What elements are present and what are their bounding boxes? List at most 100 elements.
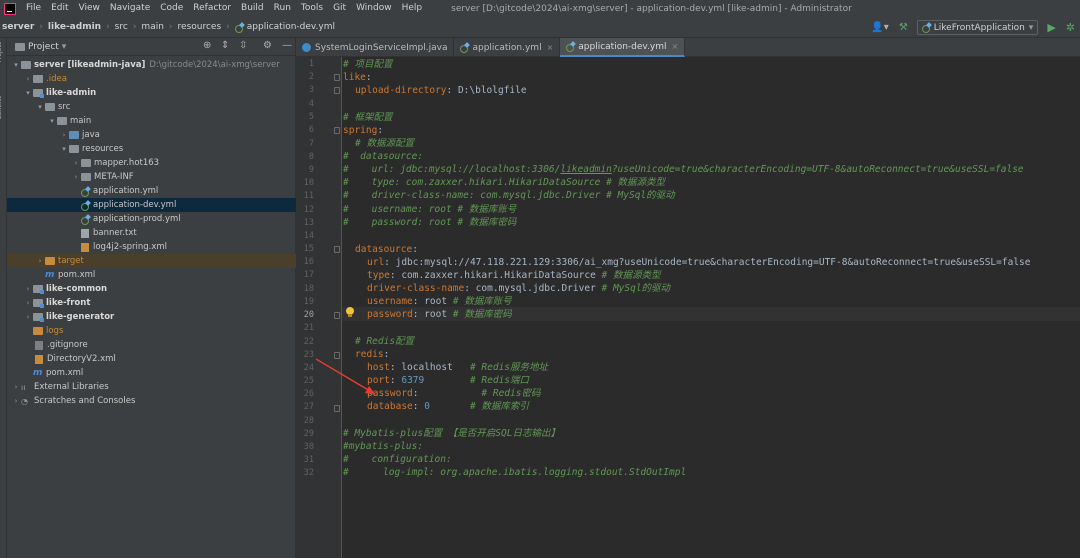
line-number: 2 [308,72,314,82]
expand-arrow-icon[interactable]: › [23,299,33,307]
menu-code[interactable]: Code [155,0,188,17]
hide-panel-icon[interactable]: — [282,40,292,51]
tree-item-log4j2-xml[interactable]: log4j2-spring.xml [7,240,296,254]
menu-run[interactable]: Run [269,0,296,17]
menu-tools[interactable]: Tools [296,0,328,17]
tree-item-directoryv2-xml[interactable]: DirectoryV2.xml [7,352,296,366]
collapse-all-icon[interactable]: ⇳ [239,40,247,51]
tree-item-target[interactable]: › target [7,254,296,268]
expand-arrow-icon[interactable]: › [11,397,21,405]
expand-arrow-icon[interactable]: ▾ [23,89,33,97]
fold-marker-icon[interactable] [334,87,340,94]
run-configuration-select[interactable]: LikeFrontApplication ▾ [916,20,1039,35]
menu-refactor[interactable]: Refactor [188,0,236,17]
fold-marker-icon[interactable] [334,352,340,359]
menu-window[interactable]: Window [351,0,397,17]
tab-application-yml[interactable]: application.yml × [454,38,561,57]
tree-item-application-dev-yml[interactable]: application-dev.yml [7,198,296,212]
project-view-select[interactable]: Project ▾ [15,42,66,52]
tree-item-label: .gitignore [47,340,88,350]
menu-git[interactable]: Git [328,0,351,17]
yaml-value: : com.mysql.jdbc.Driver [464,283,602,294]
tree-item-src[interactable]: ▾ src [7,100,296,114]
tree-item-resources[interactable]: ▾ resources [7,142,296,156]
code-line: # datasource: [343,150,423,163]
expand-arrow-icon[interactable]: › [23,313,33,321]
tree-item-main[interactable]: ▾ main [7,114,296,128]
tree-item-scratches[interactable]: › ◔ Scratches and Consoles [7,394,296,408]
expand-arrow-icon[interactable]: › [71,159,81,167]
tree-item-gitignore[interactable]: .gitignore [7,338,296,352]
yaml-key: host [367,362,390,373]
tree-item-java[interactable]: › java [7,128,296,142]
comment: # datasource: [343,151,424,162]
tree-item-root-pom-xml[interactable]: m pom.xml [7,366,296,380]
expand-arrow-icon[interactable]: › [23,75,33,83]
debug-icon[interactable]: ✲ [1066,21,1075,34]
close-icon[interactable]: × [547,43,554,52]
tree-item-like-common[interactable]: › like-common [7,282,296,296]
tree-item-like-front[interactable]: › like-front [7,296,296,310]
breadcrumb-main[interactable]: main [139,22,166,32]
gear-icon[interactable]: ⚙ [263,40,272,51]
breadcrumb-like-admin[interactable]: like-admin [46,22,103,32]
tree-item-label: main [70,116,92,126]
expand-arrow-icon[interactable]: › [23,285,33,293]
code-line: # log-impl: org.apache.ibatis.logging.st… [343,466,686,479]
folder-icon [15,42,25,51]
menu-navigate[interactable]: Navigate [105,0,155,17]
breadcrumb-file[interactable]: application-dev.yml [233,22,337,33]
tree-item-external-libraries[interactable]: › ıı External Libraries [7,380,296,394]
fold-marker-icon[interactable] [334,246,340,253]
expand-all-icon[interactable]: ⇕ [221,40,229,51]
expand-arrow-icon[interactable]: ▾ [35,103,45,111]
tree-item-idea[interactable]: › .idea [7,72,296,86]
tree-item-pom-xml[interactable]: m pom.xml [7,268,296,282]
menu-edit[interactable]: Edit [46,0,73,17]
expand-arrow-icon[interactable]: › [71,173,81,181]
code-editor[interactable]: 1 2 3 4 5 6 7 8 9 10 11 12 13 14 15 16 1… [296,57,1080,558]
user-icon[interactable]: 👤▾ [871,22,888,33]
tree-item-like-generator[interactable]: › like-generator [7,310,296,324]
tree-item-mapper[interactable]: › mapper.hot163 [7,156,296,170]
run-icon[interactable]: ▶ [1047,21,1055,34]
menu-help[interactable]: Help [397,0,428,17]
tree-item-logs[interactable]: logs [7,324,296,338]
tree-item-like-admin[interactable]: ▾ like-admin [7,86,296,100]
fold-marker-icon[interactable] [334,312,340,319]
expand-arrow-icon[interactable]: › [11,383,21,391]
code-line: #mybatis-plus: [343,440,423,453]
tab-systemloginserviceimpl[interactable]: SystemLoginServiceImpl.java [296,38,455,57]
close-icon[interactable]: × [672,42,679,51]
fold-marker-icon[interactable] [334,74,340,81]
breadcrumb-src[interactable]: src [113,22,130,32]
tree-item-meta-inf[interactable]: › META-INF [7,170,296,184]
tree-item-server[interactable]: ▾ server [likeadmin-java] D:\gitcode\2024\… [7,58,296,72]
menu-view[interactable]: View [74,0,105,17]
tree-item-banner-txt[interactable]: banner.txt [7,226,296,240]
expand-arrow-icon[interactable]: ▾ [59,145,69,153]
tree-item-application-prod-yml[interactable]: application-prod.yml [7,212,296,226]
yaml-key: url [367,257,385,268]
build-hammer-icon[interactable]: ⚒ [899,22,908,33]
menu-file[interactable]: File [21,0,46,17]
expand-arrow-icon[interactable]: › [59,131,69,139]
expand-arrow-icon[interactable]: ▾ [11,61,21,69]
expand-arrow-icon[interactable]: ▾ [47,117,57,125]
tree-item-application-yml[interactable]: application.yml [7,184,296,198]
lightbulb-icon[interactable] [346,307,354,317]
expand-arrow-icon[interactable]: › [35,257,45,265]
tree-item-label: like-admin [46,88,97,98]
yaml-key: datasource [355,244,413,255]
fold-marker-icon[interactable] [334,127,340,134]
tree-item-label: application-prod.yml [93,214,181,224]
chevron-down-icon: ▾ [1028,22,1034,33]
locate-file-icon[interactable]: ⊕ [203,40,211,51]
fold-marker-icon[interactable] [334,405,340,412]
breadcrumb-resources[interactable]: resources [176,22,224,32]
yaml-key: password [367,388,413,399]
yaml-value: : [383,349,390,360]
menu-build[interactable]: Build [236,0,269,17]
tab-application-dev-yml[interactable]: application-dev.yml × [560,38,686,57]
breadcrumb-server[interactable]: server [0,22,36,32]
